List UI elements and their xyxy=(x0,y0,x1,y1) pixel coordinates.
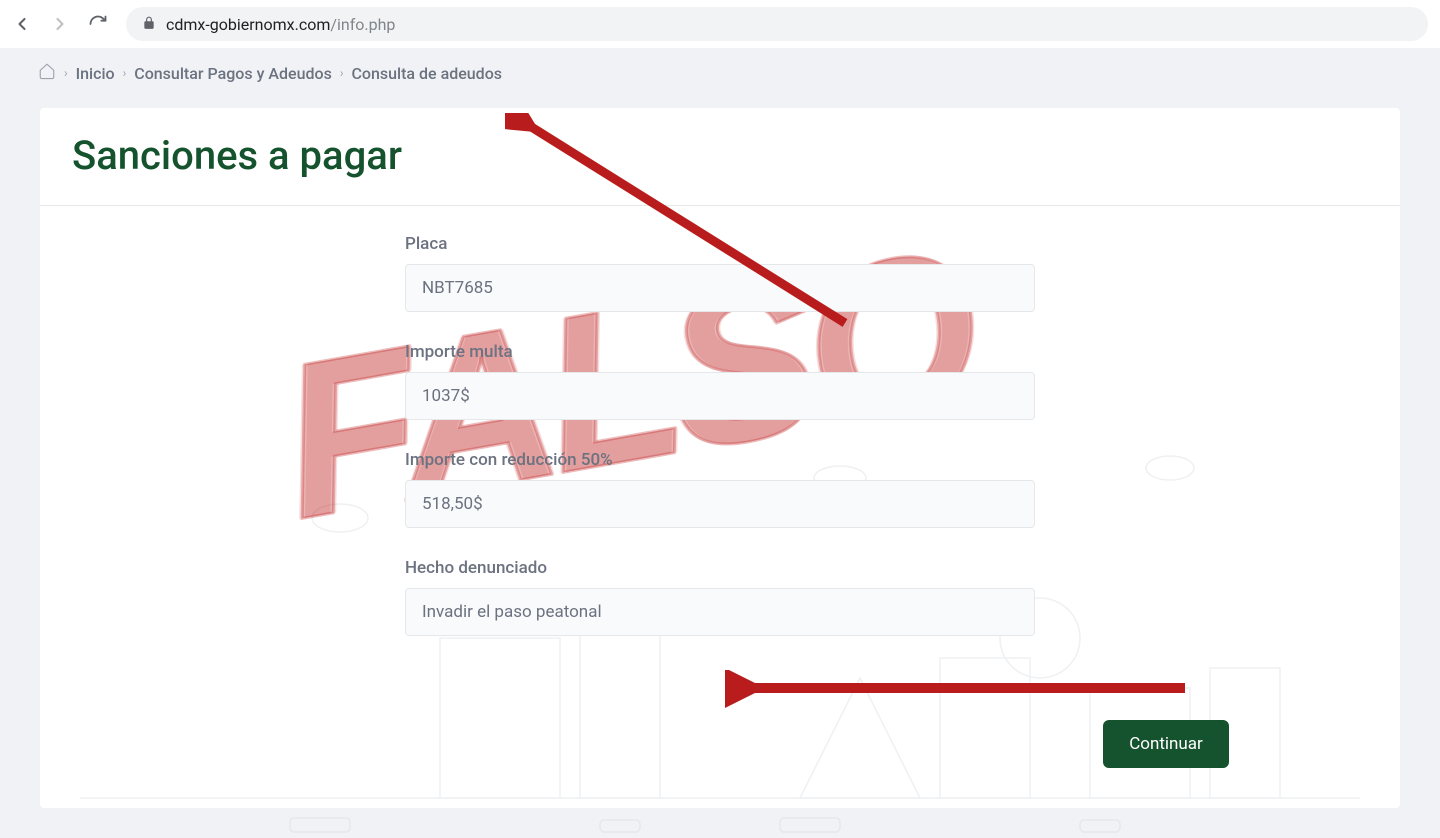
breadcrumb-sep: › xyxy=(123,66,127,80)
url-path: /info.php xyxy=(330,15,395,34)
label-hecho: Hecho denunciado xyxy=(405,558,1035,578)
field-hecho: Hecho denunciado xyxy=(405,558,1035,636)
breadcrumb-item-pagos[interactable]: Consultar Pagos y Adeudos xyxy=(134,64,332,83)
address-bar[interactable]: cdmx-gobiernomx.com/info.php xyxy=(126,7,1428,41)
url-domain: cdmx-gobiernomx.com xyxy=(166,15,330,34)
breadcrumb: › Inicio › Consultar Pagos y Adeudos › C… xyxy=(20,48,1420,98)
main-card: Sanciones a pagar xyxy=(40,108,1400,808)
breadcrumb-sep: › xyxy=(64,66,68,80)
label-placa: Placa xyxy=(405,234,1035,254)
breadcrumb-item-consulta[interactable]: Consulta de adeudos xyxy=(351,64,502,83)
field-placa: Placa xyxy=(405,234,1035,312)
field-importe-multa: Importe multa xyxy=(405,342,1035,420)
browser-toolbar: cdmx-gobiernomx.com/info.php xyxy=(0,0,1440,48)
home-icon[interactable] xyxy=(38,62,56,84)
reload-button[interactable] xyxy=(88,14,108,34)
input-hecho[interactable] xyxy=(405,588,1035,636)
input-importe-reduccion[interactable] xyxy=(405,480,1035,528)
label-importe-reduccion: Importe con reducción 50% xyxy=(405,450,1035,470)
page-title: Sanciones a pagar xyxy=(40,108,1400,205)
field-importe-reduccion: Importe con reducción 50% xyxy=(405,450,1035,528)
back-button[interactable] xyxy=(12,14,32,34)
form-area: Placa Importe multa Importe con reducció… xyxy=(40,206,1400,796)
input-importe-multa[interactable] xyxy=(405,372,1035,420)
breadcrumb-item-home[interactable]: Inicio xyxy=(76,64,115,83)
forward-button[interactable] xyxy=(50,14,70,34)
breadcrumb-sep: › xyxy=(340,66,344,80)
label-importe-multa: Importe multa xyxy=(405,342,1035,362)
lock-icon xyxy=(142,15,156,34)
input-placa[interactable] xyxy=(405,264,1035,312)
continue-button[interactable]: Continuar xyxy=(1103,720,1229,768)
